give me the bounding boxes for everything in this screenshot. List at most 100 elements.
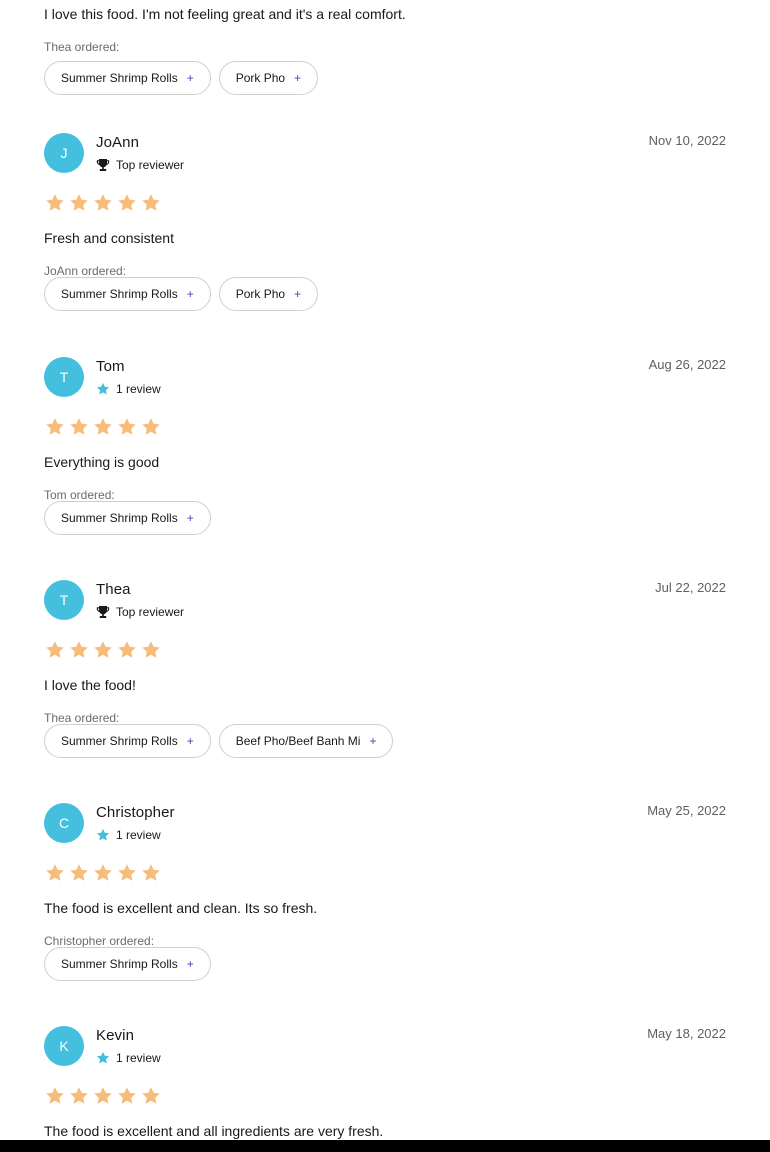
ordered-item-label: Beef Pho/Beef Banh Mi [235, 734, 361, 748]
avatar: C [44, 803, 84, 843]
star-icon [142, 641, 160, 658]
review-text: The food is excellent and all ingredient… [44, 1123, 384, 1139]
review-card: T Tom 1 review Aug 26, 2022 Everything i… [44, 357, 726, 557]
star-icon [46, 1087, 64, 1104]
ordered-item-chip[interactable]: Pork Pho + [218, 61, 319, 95]
badge-label: 1 review [116, 1051, 161, 1065]
star-icon [94, 1087, 112, 1104]
reviewer-name[interactable]: Kevin [96, 1027, 134, 1044]
ordered-label: Thea ordered: [44, 40, 120, 54]
ordered-item-chip[interactable]: Summer Shrimp Rolls + [44, 947, 211, 981]
ordered-item-label: Pork Pho [235, 71, 286, 85]
ordered-items: Summer Shrimp Rolls + Pork Pho + [44, 277, 326, 311]
review-date: May 25, 2022 [647, 803, 726, 818]
ordered-item-label: Summer Shrimp Rolls [61, 71, 178, 85]
star-icon [70, 194, 88, 211]
review-text: The food is excellent and clean. Its so … [44, 900, 318, 916]
avatar: K [44, 1026, 84, 1066]
avatar: J [44, 133, 84, 173]
ordered-label: Tom ordered: [44, 488, 115, 502]
ordered-label: JoAnn ordered: [44, 264, 127, 278]
badge-label: 1 review [116, 828, 161, 842]
reviewer-name[interactable]: Christopher [96, 804, 175, 821]
star-icon [46, 864, 64, 881]
plus-icon: + [294, 287, 302, 301]
ordered-label: Christopher ordered: [44, 934, 155, 948]
review-date: Aug 26, 2022 [648, 357, 726, 372]
ordered-item-chip[interactable]: Summer Shrimp Rolls + [44, 61, 211, 95]
star-icon [70, 1087, 88, 1104]
plus-icon: + [369, 734, 377, 748]
badge-label: Top reviewer [116, 605, 185, 619]
ordered-item-chip[interactable]: Summer Shrimp Rolls + [44, 501, 211, 535]
ordered-item-chip[interactable]: Summer Shrimp Rolls + [44, 277, 211, 311]
trophy-icon [96, 605, 110, 619]
star-icon [46, 641, 64, 658]
star-rating [45, 863, 165, 883]
reviewer-badge: Top reviewer [96, 605, 184, 619]
badge-label: Top reviewer [116, 158, 185, 172]
reviewer-name[interactable]: JoAnn [96, 134, 139, 151]
star-icon [96, 382, 110, 396]
review-card: T Thea Top reviewer Jul 22, 2022 I love … [44, 580, 726, 780]
star-icon [142, 194, 160, 211]
reviewer-badge: 1 review [96, 382, 161, 396]
star-icon [96, 1051, 110, 1065]
star-icon [94, 194, 112, 211]
review-text: I love the food! [44, 677, 136, 693]
review-text: I love this food. I'm not feeling great … [44, 6, 406, 22]
star-icon [94, 641, 112, 658]
star-icon [70, 641, 88, 658]
reviewer-name[interactable]: Thea [96, 581, 131, 598]
reviews-page: I love this food. I'm not feeling great … [0, 0, 770, 1140]
review-text: Everything is good [44, 454, 160, 470]
plus-icon: + [186, 734, 194, 748]
star-icon [142, 1087, 160, 1104]
star-rating [45, 1086, 165, 1106]
ordered-item-label: Summer Shrimp Rolls [61, 287, 178, 301]
trophy-icon [96, 158, 110, 172]
star-icon [70, 864, 88, 881]
review-card: C Christopher 1 review May 25, 2022 The … [44, 803, 726, 1003]
ordered-item-chip[interactable]: Summer Shrimp Rolls + [44, 724, 211, 758]
ordered-item-chip[interactable]: Beef Pho/Beef Banh Mi + [218, 724, 394, 758]
star-icon [46, 418, 64, 435]
star-icon [70, 418, 88, 435]
ordered-items: Summer Shrimp Rolls + [44, 501, 219, 535]
ordered-items: Summer Shrimp Rolls + Pork Pho + [44, 61, 326, 95]
review-date: May 18, 2022 [647, 1026, 726, 1041]
star-icon [142, 864, 160, 881]
avatar: T [44, 580, 84, 620]
star-icon [96, 828, 110, 842]
plus-icon: + [186, 511, 194, 525]
plus-icon: + [294, 71, 302, 85]
star-icon [142, 418, 160, 435]
star-icon [46, 194, 64, 211]
reviewer-name[interactable]: Tom [96, 358, 125, 375]
ordered-items: Summer Shrimp Rolls + [44, 947, 219, 981]
review-card: J JoAnn Top reviewer Nov 10, 2022 Fresh … [44, 133, 726, 333]
ordered-item-label: Summer Shrimp Rolls [61, 734, 178, 748]
ordered-item-label: Pork Pho [235, 287, 286, 301]
star-rating [45, 640, 165, 660]
reviewer-badge: Top reviewer [96, 158, 184, 172]
review-text: Fresh and consistent [44, 230, 174, 246]
reviewer-badge: 1 review [96, 828, 161, 842]
review-date: Nov 10, 2022 [648, 133, 726, 148]
ordered-items: Summer Shrimp Rolls + Beef Pho/Beef Banh… [44, 724, 401, 758]
star-icon [94, 418, 112, 435]
avatar: T [44, 357, 84, 397]
ordered-item-chip[interactable]: Pork Pho + [218, 277, 319, 311]
plus-icon: + [186, 71, 194, 85]
badge-label: 1 review [116, 382, 161, 396]
review-date: Jul 22, 2022 [655, 580, 726, 595]
star-icon [118, 1087, 136, 1104]
plus-icon: + [186, 287, 194, 301]
review-card: K Kevin 1 review May 18, 2022 The food i… [44, 1026, 726, 1140]
ordered-item-label: Summer Shrimp Rolls [61, 511, 178, 525]
plus-icon: + [186, 957, 194, 971]
bottom-bar [0, 1140, 770, 1152]
star-icon [118, 194, 136, 211]
star-icon [118, 641, 136, 658]
star-icon [118, 418, 136, 435]
